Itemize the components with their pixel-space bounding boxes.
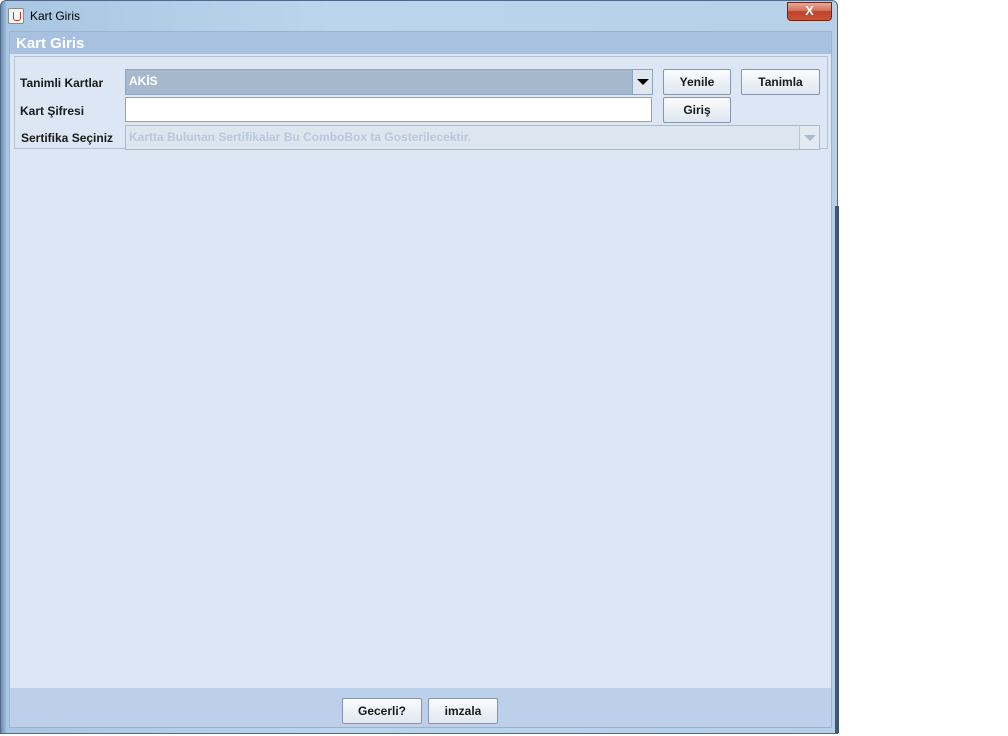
cards-combobox[interactable]: AKİS	[125, 69, 653, 95]
chevron-down-icon	[637, 79, 649, 85]
sign-button[interactable]: imzala	[428, 698, 498, 724]
certificate-dropdown-button	[799, 126, 819, 149]
window-edge	[835, 206, 839, 733]
panel-header: Kart Giris	[10, 32, 831, 54]
cards-label: Tanimli Kartlar	[20, 76, 104, 90]
valid-check-button[interactable]: Gecerli?	[342, 698, 422, 724]
password-field[interactable]	[125, 97, 652, 122]
close-button[interactable]: X	[787, 2, 832, 21]
window-title: Kart Giris	[30, 9, 81, 23]
java-cup-icon	[8, 8, 24, 24]
certificate-combobox: Kartta Bulunan Sertifikalar Bu ComboBox …	[125, 125, 820, 150]
define-button[interactable]: Tanimla	[741, 69, 820, 95]
refresh-button[interactable]: Yenile	[663, 69, 731, 95]
cards-dropdown-button[interactable]	[632, 70, 652, 94]
app-window: Kart Giris X Kart Giris Tanimli Kartlar …	[0, 0, 839, 734]
title-bar[interactable]: Kart Giris X	[1, 1, 837, 31]
close-icon: X	[805, 3, 814, 18]
client-area: Kart Giris Tanimli Kartlar AKİS Yenile T…	[9, 31, 832, 728]
cards-selected-value: AKİS	[129, 74, 158, 88]
panel-title: Kart Giris	[16, 35, 85, 52]
button-bar: Gecerli? imzala	[10, 688, 831, 727]
certificate-placeholder: Kartta Bulunan Sertifikalar Bu ComboBox …	[129, 130, 472, 144]
login-button[interactable]: Giriş	[663, 97, 731, 123]
chevron-down-icon	[804, 135, 816, 141]
password-label: Kart Şifresi	[20, 104, 85, 118]
card-login-form: Tanimli Kartlar AKİS Yenile Tanimla Kart…	[14, 56, 828, 150]
certificate-label: Sertifika Seçiniz	[21, 131, 114, 145]
